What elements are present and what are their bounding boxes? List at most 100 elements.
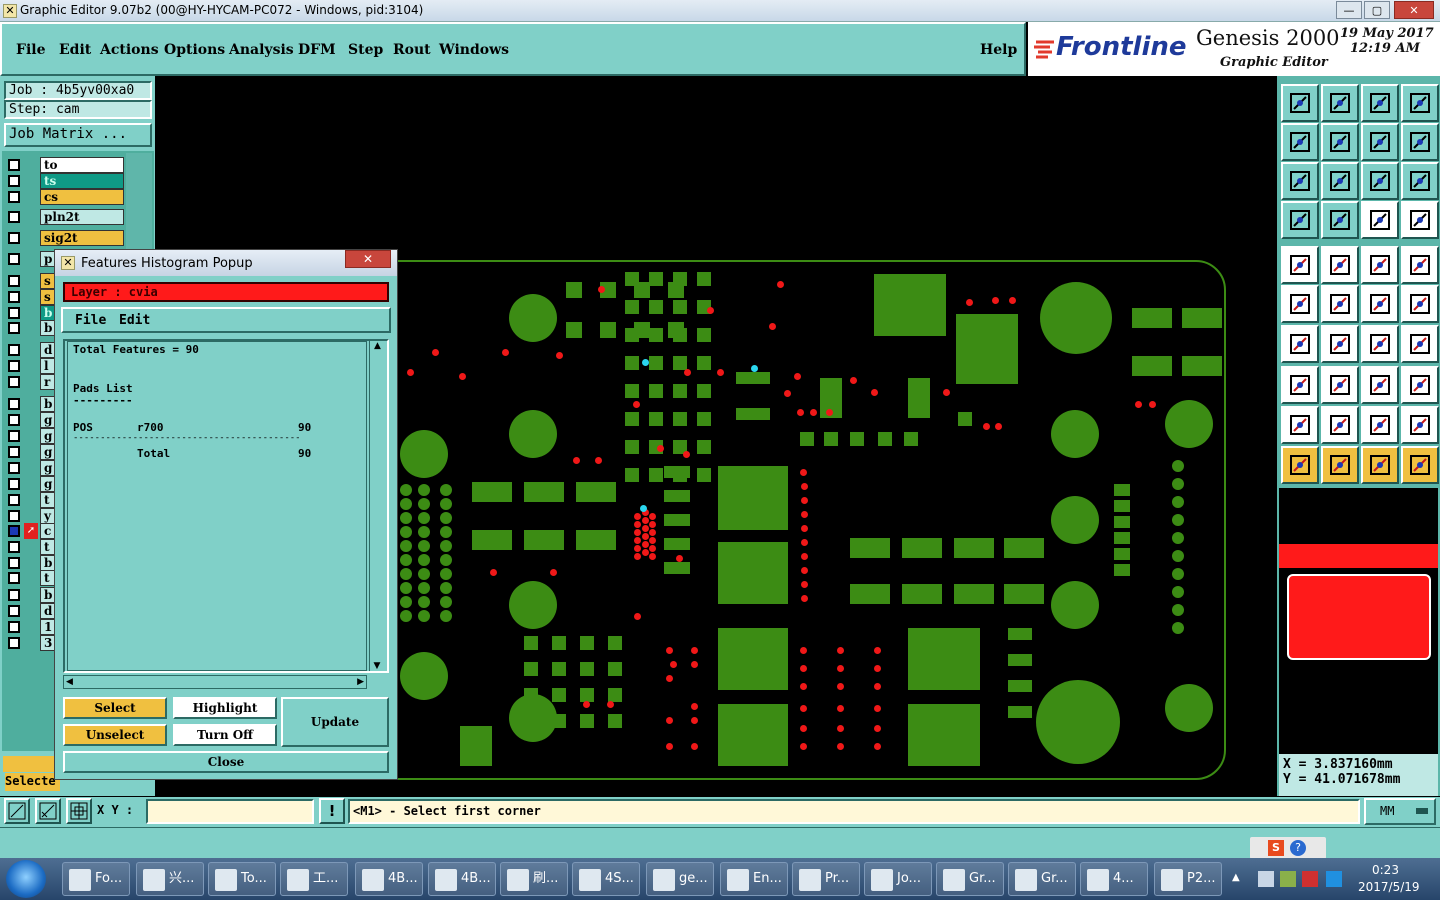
fit-vertical-icon[interactable] xyxy=(1281,162,1319,200)
pan-right-icon[interactable] xyxy=(1321,123,1359,161)
menu-file[interactable]: File xyxy=(16,42,45,58)
rotate-icon[interactable] xyxy=(1361,123,1399,161)
update-button[interactable]: Update xyxy=(281,697,389,747)
bracket-icon[interactable] xyxy=(1361,366,1399,404)
zoom-home-icon[interactable] xyxy=(1321,84,1359,122)
triangle-a-icon[interactable] xyxy=(1281,406,1319,444)
slope-icon[interactable] xyxy=(1281,325,1319,363)
layer-checkbox[interactable] xyxy=(8,589,20,601)
histogram-vscroll[interactable]: ▲ ▼ xyxy=(369,341,385,671)
exclamation-button[interactable]: ! xyxy=(319,798,345,824)
select-button[interactable]: Select xyxy=(63,697,167,719)
layer-b-icon[interactable] xyxy=(1401,201,1439,239)
route-icon[interactable] xyxy=(1401,446,1439,484)
layer-row[interactable]: sig2t xyxy=(6,230,124,246)
maximize-button[interactable]: ▢ xyxy=(1364,1,1390,19)
line-icon[interactable] xyxy=(1321,246,1359,284)
taskbar-item[interactable]: Gr... xyxy=(1008,862,1076,896)
menu-analysis[interactable]: Analysis xyxy=(229,42,294,58)
layer-name[interactable]: pln2t xyxy=(40,209,124,225)
taskbar-item[interactable]: P2... xyxy=(1154,862,1222,896)
layer-name[interactable]: sig2t xyxy=(40,230,124,246)
house-icon[interactable] xyxy=(1361,84,1399,122)
point-icon[interactable] xyxy=(1281,366,1319,404)
measure-icon[interactable] xyxy=(35,798,61,824)
menu-windows[interactable]: Windows xyxy=(439,42,509,58)
tray-expand-icon[interactable]: ▲ xyxy=(1232,872,1246,886)
layer-checkbox[interactable] xyxy=(8,275,20,287)
unselect-button[interactable]: Unselect xyxy=(63,724,167,746)
layer-checkbox[interactable] xyxy=(8,376,20,388)
menu-options[interactable]: Options xyxy=(164,42,225,58)
taskbar-item[interactable]: Pr... xyxy=(792,862,860,896)
layer-checkbox[interactable] xyxy=(8,446,20,458)
tray-popup[interactable]: S ? xyxy=(1250,837,1326,859)
menu-edit[interactable]: Edit xyxy=(59,42,91,58)
slash-icon[interactable] xyxy=(1321,325,1359,363)
layer-checkbox[interactable] xyxy=(8,525,20,537)
layer-name[interactable]: to xyxy=(40,157,124,173)
units-selector[interactable]: MM xyxy=(1364,798,1436,825)
taskbar-item[interactable]: 刷... xyxy=(500,862,568,896)
taskbar-item[interactable]: Gr... xyxy=(936,862,1004,896)
home-icon[interactable] xyxy=(1281,84,1319,122)
tray-flag-icon[interactable] xyxy=(1258,871,1274,887)
taskbar-item[interactable]: 4S... xyxy=(572,862,640,896)
pointer-box-icon[interactable] xyxy=(1321,446,1359,484)
layer-checkbox[interactable] xyxy=(8,462,20,474)
sogou-icon[interactable]: S xyxy=(1268,840,1284,856)
menu-dfm[interactable]: DFM xyxy=(298,42,336,58)
fit-center-icon[interactable] xyxy=(1321,162,1359,200)
arrow-b-icon[interactable] xyxy=(1401,285,1439,323)
snap-icon[interactable] xyxy=(1281,201,1319,239)
layer-checkbox[interactable] xyxy=(8,510,20,522)
taskbar-item[interactable]: 4B... xyxy=(355,862,423,896)
start-button[interactable] xyxy=(6,860,46,898)
layer-checkbox[interactable] xyxy=(8,572,20,584)
layer-checkbox[interactable] xyxy=(8,344,20,356)
window-icon[interactable] xyxy=(1401,84,1439,122)
layer-checkbox[interactable] xyxy=(8,232,20,244)
layer-checkbox[interactable] xyxy=(8,253,20,265)
layer-checkbox[interactable] xyxy=(8,175,20,187)
layer-checkbox[interactable] xyxy=(8,291,20,303)
popup-close-icon[interactable]: ✕ xyxy=(345,250,391,268)
menu-rout[interactable]: Rout xyxy=(393,42,431,58)
help-icon[interactable] xyxy=(1401,162,1439,200)
ruler-icon[interactable] xyxy=(1361,246,1399,284)
layer-checkbox[interactable] xyxy=(8,637,20,649)
job-matrix-button[interactable]: Job Matrix ... xyxy=(4,123,152,147)
menu-step[interactable]: Step xyxy=(348,42,383,58)
taskbar-item[interactable]: ge... xyxy=(646,862,714,896)
layer-checkbox[interactable] xyxy=(8,557,20,569)
layer-checkbox[interactable] xyxy=(8,191,20,203)
layer-checkbox[interactable] xyxy=(8,541,20,553)
cross-icon[interactable] xyxy=(1321,285,1359,323)
pad-icon[interactable] xyxy=(1281,246,1319,284)
help-tray-icon[interactable]: ? xyxy=(1290,840,1306,856)
layer-a-icon[interactable] xyxy=(1361,201,1399,239)
ratio-icon[interactable] xyxy=(1361,162,1399,200)
undo-icon[interactable] xyxy=(1361,325,1399,363)
layer-checkbox[interactable] xyxy=(8,478,20,490)
close-button[interactable]: Close xyxy=(63,751,389,773)
triangle-d-icon[interactable] xyxy=(1401,406,1439,444)
arrow-a-icon[interactable] xyxy=(1361,285,1399,323)
taskbar-item[interactable]: To... xyxy=(208,862,276,896)
menu-help[interactable]: Help xyxy=(980,42,1017,58)
layer-checkbox[interactable] xyxy=(8,430,20,442)
layer-checkbox[interactable] xyxy=(8,398,20,410)
taskbar-item[interactable]: 兴... xyxy=(136,862,204,896)
zoom-area-icon[interactable] xyxy=(4,798,30,824)
taskbar-item[interactable]: Jo... xyxy=(864,862,932,896)
pan-left-icon[interactable] xyxy=(1281,123,1319,161)
highlight-button[interactable]: Highlight xyxy=(173,697,277,719)
triangle-c-icon[interactable] xyxy=(1361,406,1399,444)
turn-off-button[interactable]: Turn Off xyxy=(173,724,277,746)
xy-input[interactable] xyxy=(146,799,314,824)
histogram-text-area[interactable]: Total Features = 90 Pads List --------- … xyxy=(63,339,389,673)
tray-app-icon[interactable] xyxy=(1302,871,1318,887)
triangle-b-icon[interactable] xyxy=(1321,406,1359,444)
pointer-circle-icon[interactable] xyxy=(1361,446,1399,484)
tray-network-icon[interactable] xyxy=(1280,871,1296,887)
